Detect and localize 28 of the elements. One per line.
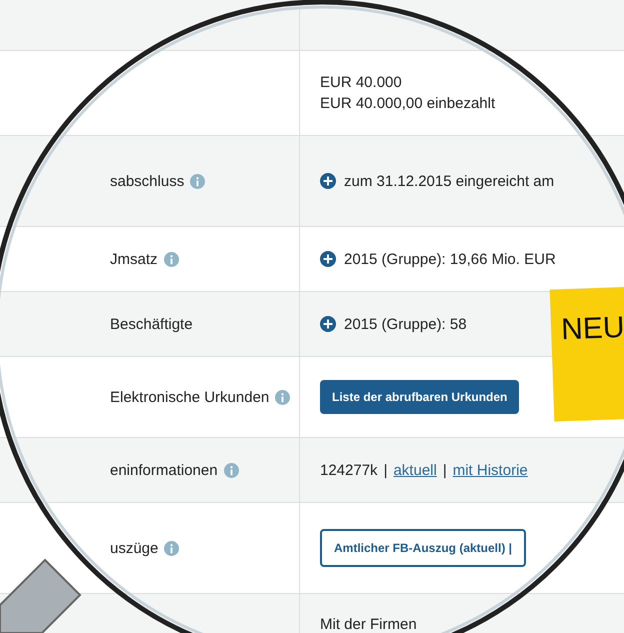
info-icon[interactable] bbox=[164, 252, 179, 266]
value-text: 2015 (Gruppe): 58 bbox=[344, 316, 467, 332]
value-link[interactable]: mit Historie bbox=[452, 462, 528, 478]
new-badge: NEU bbox=[550, 286, 624, 422]
info-icon[interactable] bbox=[164, 540, 180, 556]
register-extract-button[interactable]: Amtlicher FB-Auszug (aktuell) | bbox=[320, 529, 526, 567]
row-label: eninformationen bbox=[110, 462, 218, 478]
value-link[interactable]: aktuell bbox=[393, 462, 437, 478]
row-label: Jmsatz bbox=[110, 250, 158, 268]
document-list-button[interactable]: Liste der abrufbaren Urkunden bbox=[320, 380, 520, 414]
value-text: EUR 40.000,00 einbezahlt bbox=[320, 95, 496, 112]
expand-icon[interactable] bbox=[320, 173, 336, 189]
value-text: 2015 (Gruppe): 19,66 Mio. EUR bbox=[344, 250, 556, 268]
row-label: sabschluss bbox=[110, 172, 184, 190]
value-text: | bbox=[384, 462, 388, 478]
value-text: 124277k bbox=[320, 462, 378, 478]
value-text: | bbox=[442, 462, 447, 478]
expand-icon[interactable] bbox=[320, 251, 336, 267]
row-label: uszüge bbox=[110, 540, 158, 556]
row-label: Elektronische Urkunden bbox=[110, 388, 270, 406]
info-icon[interactable] bbox=[275, 390, 290, 404]
info-icon[interactable] bbox=[190, 174, 206, 188]
value-text: zum 31.12.2015 eingereicht am bbox=[344, 172, 554, 190]
row-label: Beschäftigte bbox=[110, 316, 193, 332]
value-text: EUR 40.000 bbox=[320, 74, 403, 91]
info-icon[interactable] bbox=[224, 462, 239, 478]
expand-icon[interactable] bbox=[320, 316, 336, 332]
value-text: Mit der Firmen bbox=[320, 616, 418, 632]
